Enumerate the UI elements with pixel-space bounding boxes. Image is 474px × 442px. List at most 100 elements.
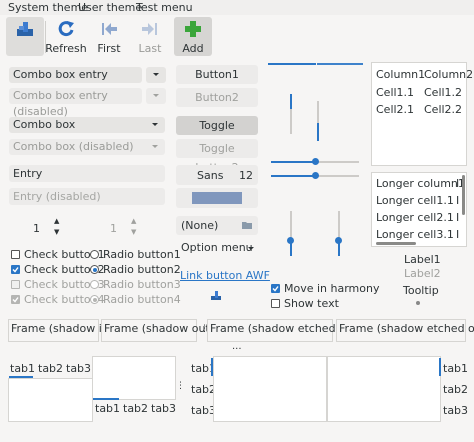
option-menu-label: Option menu <box>181 241 253 254</box>
notebook-top: tab1 tab2 tab3 <box>8 356 93 422</box>
frame-shadow-out-label: Frame (shadow out) <box>104 322 215 335</box>
tree2-cell-trail: I <box>456 228 460 241</box>
chevron-down-icon <box>152 123 158 126</box>
horizontal-scale-2-knob[interactable] <box>312 172 319 179</box>
button1[interactable]: Button1 <box>176 65 258 84</box>
horizontal-progress-2 <box>317 63 363 65</box>
refresh-button[interactable]: Refresh <box>45 17 87 56</box>
toggle-button1[interactable]: Toggle button1 <box>176 116 258 151</box>
combo-box-entry-disabled: Combo box entry (disabled) <box>9 88 142 118</box>
menubar: System theme User theme Test menu <box>0 0 474 15</box>
combo-box-entry-disabled-toggle <box>146 88 166 104</box>
tooltip-label: Tooltip <box>403 284 439 297</box>
spin-button-1[interactable]: 1 ▲ ▼ <box>30 217 62 237</box>
frame-shadow-etched-in-label: Frame (shadow etched in) <box>210 322 354 335</box>
menu-user-theme[interactable]: User theme <box>78 1 142 14</box>
tree2-cell[interactable]: Longer cell2.1 <box>376 211 454 224</box>
frame-shadow-etched-in: Frame (shadow etched in) <box>207 319 353 342</box>
notebook-bottom-tab3[interactable]: tab3 <box>151 402 176 415</box>
font-button[interactable]: Sans 12 <box>176 165 258 185</box>
file-chooser-label: (None) <box>181 219 219 232</box>
show-text-checkbox[interactable] <box>271 299 280 308</box>
add-label: Add <box>182 42 204 55</box>
menu-test[interactable]: Test menu <box>136 1 193 14</box>
option-menu[interactable]: Option menu <box>176 240 258 256</box>
chevron-down-icon <box>152 145 158 148</box>
checkbox-4 <box>11 295 20 304</box>
menu-system-theme[interactable]: System theme <box>8 1 88 14</box>
checkbox-1[interactable] <box>11 250 20 259</box>
tree1-cell[interactable]: Cell1.1 <box>376 86 414 99</box>
add-button[interactable]: Add <box>174 17 212 56</box>
notebook-bottom: tab1 tab2 tab3 <box>92 356 176 420</box>
notebook-top-tab3[interactable]: tab3 <box>66 362 91 375</box>
tree-view-1[interactable]: Column1 Column2 Cell1.1 Cell1.2 Cell2.1 … <box>371 62 473 166</box>
tree2-cell-trail: I <box>456 194 460 207</box>
notebook-right-page <box>327 356 441 422</box>
notebook-bottom-tab2[interactable]: tab2 <box>123 402 148 415</box>
color-swatch <box>192 192 242 204</box>
spin-down-icon[interactable]: ▼ <box>131 228 136 236</box>
combo-box[interactable]: Combo box <box>9 117 165 133</box>
notebook-right-tab2[interactable]: tab2 <box>443 383 468 396</box>
notebook-top-tab1[interactable]: tab1 <box>10 362 35 375</box>
pane-handle-icon[interactable]: ⋮ <box>176 381 185 391</box>
more-ellipsis[interactable]: ... <box>232 341 242 352</box>
first-button[interactable]: First <box>90 17 128 56</box>
spin-button-1-value: 1 <box>33 222 40 235</box>
combo-box-entry[interactable]: Combo box entry <box>9 67 142 83</box>
tab-indicator <box>93 398 119 400</box>
frame-shadow-etched-out: Frame (shadow etched out) <box>336 319 474 342</box>
add-icon <box>185 21 201 37</box>
tree1-cell[interactable]: Cell2.1 <box>376 103 414 116</box>
vertical-scale-3-knob[interactable] <box>287 237 294 244</box>
spin-up-icon[interactable]: ▲ <box>131 217 136 225</box>
vertical-scrollbar[interactable] <box>462 175 465 215</box>
radio-1-label: Radio button1 <box>103 248 181 261</box>
font-name: Sans <box>197 169 224 182</box>
notebook-right-tab1[interactable]: tab1 <box>443 362 468 375</box>
spin-button-2[interactable]: 1 ▲ ▼ <box>107 217 139 237</box>
move-in-harmony-label: Move in harmony <box>284 282 380 295</box>
handbox-button[interactable] <box>6 17 44 56</box>
move-in-harmony-checkbox[interactable] <box>271 284 280 293</box>
tree2-column-sep: I <box>456 177 460 190</box>
checkbox-3 <box>11 280 20 289</box>
tree1-cell[interactable]: Cell1.2 <box>424 86 462 99</box>
handbox-small-icon <box>211 291 221 300</box>
notebook-bottom-page <box>92 356 176 400</box>
radio-1[interactable] <box>90 250 99 259</box>
combo-box-entry-toggle[interactable] <box>146 67 166 83</box>
tree1-column2-header[interactable]: Column2 <box>424 68 473 81</box>
entry-field[interactable]: Entry <box>9 165 165 182</box>
show-text-label: Show text <box>284 297 339 310</box>
radio-2[interactable] <box>90 265 99 274</box>
spinner-icon <box>416 301 420 305</box>
notebook-top-tab2[interactable]: tab2 <box>38 362 63 375</box>
horizontal-scrollbar[interactable] <box>376 242 416 245</box>
combo-box-label: Combo box <box>13 118 76 131</box>
notebook-bottom-tab1[interactable]: tab1 <box>95 402 120 415</box>
color-button[interactable] <box>176 188 258 208</box>
tree2-column-header[interactable]: Longer column1 <box>376 177 465 190</box>
file-chooser-button[interactable]: (None) <box>176 216 258 235</box>
toggle-button2: Toggle button2 <box>176 139 258 174</box>
spin-up-icon[interactable]: ▲ <box>54 217 59 225</box>
horizontal-scale-1-knob[interactable] <box>312 158 319 165</box>
tree1-cell[interactable]: Cell2.2 <box>424 103 462 116</box>
tree2-cell-trail: I <box>456 211 460 224</box>
notebook-right: tab1 tab2 tab3 <box>327 356 468 422</box>
link-button[interactable]: Link button AWF <box>180 269 270 282</box>
scales-panel <box>265 61 370 311</box>
last-button[interactable]: Last <box>131 17 169 56</box>
checkbox-2[interactable] <box>11 265 20 274</box>
tree1-column1-header[interactable]: Column1 <box>376 68 425 81</box>
tree2-cell[interactable]: Longer cell3.1 <box>376 228 454 241</box>
horizontal-scale-1-fill <box>271 161 315 163</box>
tree-view-2[interactable]: Longer column1 I Longer cell1.1 I Longer… <box>371 172 467 247</box>
tree2-cell[interactable]: Longer cell1.1 <box>376 194 454 207</box>
vertical-scale-4-knob[interactable] <box>335 237 342 244</box>
spin-down-icon[interactable]: ▼ <box>54 228 59 236</box>
vertical-scale-2-fill <box>317 123 319 141</box>
notebook-right-tab3[interactable]: tab3 <box>443 404 468 417</box>
